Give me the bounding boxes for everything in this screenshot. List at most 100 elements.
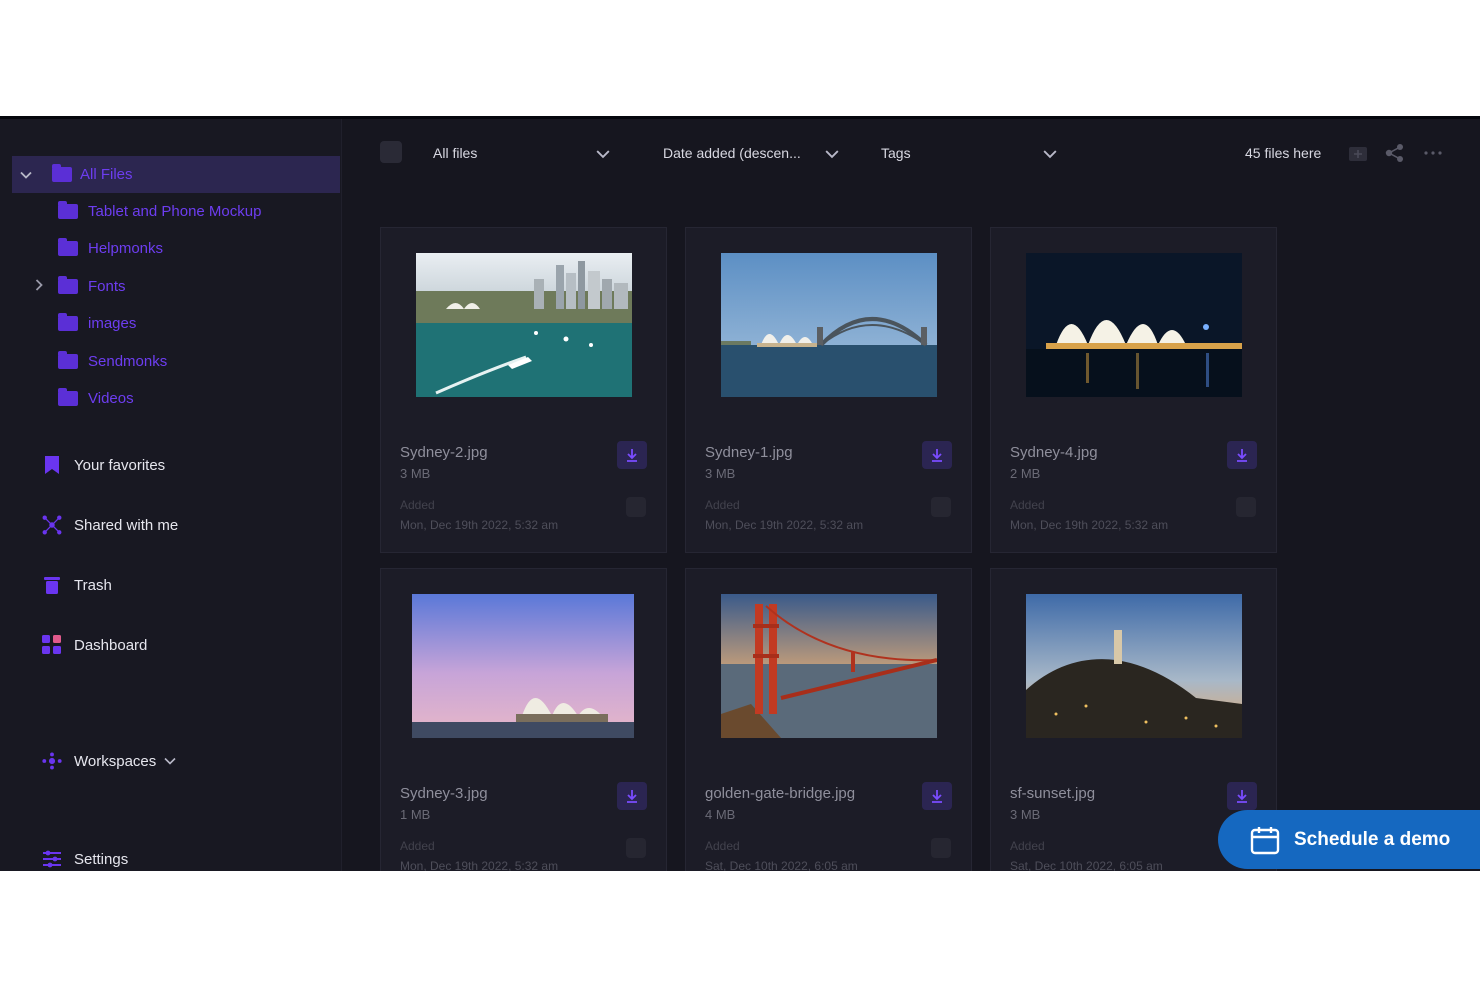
schedule-demo-label: Schedule a demo — [1294, 828, 1451, 850]
folder-icon — [58, 275, 78, 294]
folder-label: images — [88, 314, 137, 332]
bookmark-icon — [42, 455, 62, 475]
added-label: Added — [1010, 498, 1045, 512]
file-thumbnail[interactable] — [721, 253, 937, 397]
file-select-checkbox[interactable] — [931, 497, 951, 517]
file-card[interactable]: Sydney-1.jpg 3 MB Added Mon, Dec 19th 20… — [685, 227, 972, 553]
sidebar-item-favorites[interactable]: Your favorites — [42, 455, 165, 475]
new-folder-button[interactable] — [1348, 143, 1368, 163]
sidebar-folder-images[interactable]: images — [58, 312, 137, 333]
share-button[interactable] — [1385, 143, 1405, 163]
sidebar-folder-helpmonks[interactable]: Helpmonks — [58, 237, 164, 258]
filter-dropdown-label[interactable]: All files — [433, 145, 477, 161]
added-date: Sat, Dec 10th 2022, 6:05 am — [1010, 859, 1163, 871]
folder-label: Helpmonks — [88, 239, 164, 257]
file-name: golden-gate-bridge.jpg — [705, 785, 856, 802]
schedule-demo-button[interactable]: Schedule a demo — [1218, 810, 1480, 869]
file-select-checkbox[interactable] — [1236, 497, 1256, 517]
download-button[interactable] — [617, 782, 647, 810]
folder-label: Sendmonks — [88, 352, 168, 370]
file-thumbnail[interactable] — [416, 253, 632, 397]
sidebar-item-shared[interactable]: Shared with me — [42, 515, 178, 535]
download-icon — [932, 449, 942, 462]
download-button[interactable] — [617, 441, 647, 469]
sidebar-item-settings[interactable]: Settings — [42, 849, 128, 869]
file-name: Sydney-4.jpg — [1010, 444, 1098, 461]
chevron-down-icon[interactable] — [164, 755, 176, 767]
file-card[interactable]: Sydney-2.jpg 3 MB Added Mon, Dec 19th 20… — [380, 227, 667, 553]
sidebar: All Files Tablet and Phone Mockup Helpmo… — [0, 119, 342, 871]
more-options-button[interactable] — [1423, 143, 1443, 163]
file-size: 2 MB — [1010, 466, 1041, 481]
file-select-checkbox[interactable] — [626, 497, 646, 517]
file-size: 1 MB — [400, 807, 431, 822]
nav-label: Your favorites — [74, 456, 166, 474]
file-thumbnail[interactable] — [1026, 594, 1242, 738]
sidebar-item-trash[interactable]: Trash — [42, 575, 112, 595]
sort-dropdown-label[interactable]: Date added (descen... — [663, 145, 801, 161]
folder-icon — [58, 312, 78, 331]
download-icon — [1237, 790, 1247, 803]
tags-dropdown-label[interactable]: Tags — [881, 145, 911, 161]
chevron-right-icon[interactable] — [33, 279, 45, 291]
file-count: 45 files here — [1245, 145, 1322, 161]
file-name: sf-sunset.jpg — [1010, 785, 1096, 802]
added-label: Added — [705, 839, 740, 853]
file-name: Sydney-1.jpg — [705, 444, 793, 461]
sidebar-item-all-files[interactable]: All Files — [12, 156, 340, 193]
download-icon — [627, 449, 637, 462]
sidebar-folder-videos[interactable]: Videos — [58, 387, 134, 408]
chevron-down-icon[interactable] — [20, 169, 32, 181]
folder-icon — [58, 350, 78, 369]
calendar-icon — [1250, 826, 1280, 854]
folder-label: Fonts — [88, 277, 126, 295]
added-date: Mon, Dec 19th 2022, 5:32 am — [705, 518, 864, 532]
more-icon — [1424, 151, 1442, 155]
added-date: Mon, Dec 19th 2022, 5:32 am — [400, 859, 559, 871]
download-button[interactable] — [1227, 782, 1257, 810]
sidebar-folder-fonts[interactable]: Fonts — [58, 275, 126, 296]
download-icon — [627, 790, 637, 803]
download-button[interactable] — [1227, 441, 1257, 469]
added-date: Mon, Dec 19th 2022, 5:32 am — [400, 518, 559, 532]
added-label: Added — [705, 498, 740, 512]
new-folder-icon — [1349, 147, 1367, 161]
download-button[interactable] — [922, 441, 952, 469]
settings-icon — [42, 849, 62, 869]
sidebar-folder-tablet-and-phone-mockup[interactable]: Tablet and Phone Mockup — [58, 200, 262, 221]
chevron-down-icon[interactable] — [825, 147, 839, 161]
file-select-checkbox[interactable] — [931, 838, 951, 858]
added-label: Added — [1010, 839, 1045, 853]
file-thumbnail[interactable] — [721, 594, 937, 738]
nav-label: Settings — [74, 850, 129, 868]
file-thumbnail[interactable] — [1026, 253, 1242, 397]
download-icon — [932, 790, 942, 803]
added-label: Added — [400, 839, 435, 853]
share-icon — [1385, 144, 1403, 162]
folder-icon — [58, 237, 78, 256]
chevron-down-icon[interactable] — [1043, 147, 1057, 161]
folder-label: Tablet and Phone Mockup — [88, 202, 262, 220]
chevron-down-icon[interactable] — [596, 147, 610, 161]
file-select-checkbox[interactable] — [626, 838, 646, 858]
sidebar-item-workspaces[interactable]: Workspaces — [42, 751, 176, 771]
sidebar-item-label: All Files — [80, 166, 133, 183]
select-all-checkbox[interactable] — [380, 141, 402, 163]
folder-label: Videos — [88, 389, 134, 407]
folder-icon — [52, 164, 72, 182]
file-card[interactable]: Sydney-4.jpg 2 MB Added Mon, Dec 19th 20… — [990, 227, 1277, 553]
file-size: 3 MB — [400, 466, 431, 481]
sidebar-item-dashboard[interactable]: Dashboard — [42, 635, 147, 655]
nav-label: Trash — [74, 576, 112, 594]
download-icon — [1237, 449, 1247, 462]
file-card[interactable]: Sydney-3.jpg 1 MB Added Mon, Dec 19th 20… — [380, 568, 667, 871]
file-manager-app: All Files Tablet and Phone Mockup Helpmo… — [0, 116, 1480, 871]
nav-label: Dashboard — [74, 636, 148, 654]
download-button[interactable] — [922, 782, 952, 810]
added-date: Mon, Dec 19th 2022, 5:32 am — [1010, 518, 1169, 532]
file-size: 3 MB — [705, 466, 736, 481]
file-thumbnail[interactable] — [412, 594, 634, 738]
file-card[interactable]: golden-gate-bridge.jpg 4 MB Added Sat, D… — [685, 568, 972, 871]
sidebar-folder-sendmonks[interactable]: Sendmonks — [58, 350, 168, 371]
main-content: All files Date added (descen... Tags 45 … — [342, 119, 1480, 871]
